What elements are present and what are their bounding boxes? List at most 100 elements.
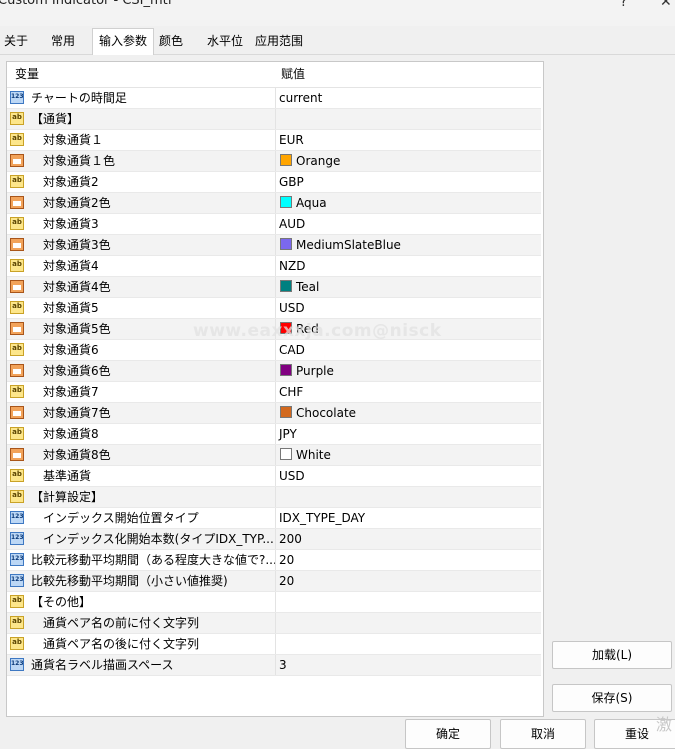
table-row[interactable]: ab 通貨ペア名の前に付く文字列	[7, 613, 541, 634]
table-row[interactable]: ab 対象通貨8 JPY	[7, 424, 541, 445]
value-cell[interactable]	[276, 613, 541, 633]
value-cell[interactable]: GBP	[276, 172, 541, 192]
value-cell[interactable]: White	[276, 445, 541, 465]
value-cell[interactable]: NZD	[276, 256, 541, 276]
variable-name: 対象通貨8色	[43, 448, 111, 462]
value-cell[interactable]: 3	[276, 655, 541, 675]
value-text: NZD	[279, 259, 306, 273]
variable-cell: 123 通貨名ラベル描画スペース	[7, 655, 276, 675]
table-row[interactable]: 123 インデックス開始位置タイプ IDX_TYPE_DAY	[7, 508, 541, 529]
table-row[interactable]: 対象通貨8色 White	[7, 445, 541, 466]
value-cell[interactable]	[276, 109, 541, 129]
close-icon[interactable]: ✕	[660, 0, 672, 10]
string-type-icon: ab	[10, 175, 24, 188]
value-text: CHF	[279, 385, 304, 399]
table-row[interactable]: 123 通貨名ラベル描画スペース 3	[7, 655, 541, 676]
color-swatch[interactable]	[280, 196, 292, 208]
value-cell[interactable]	[276, 634, 541, 654]
variable-cell: 対象通貨6色	[7, 361, 276, 381]
variable-cell: 対象通貨１色	[7, 151, 276, 171]
header-variable[interactable]: 变量	[15, 62, 39, 87]
variable-cell: ab 【その他】	[7, 592, 276, 612]
color-type-icon	[10, 154, 24, 167]
variable-name: 【計算設定】	[31, 490, 104, 504]
save-button[interactable]: 保存(S)	[552, 684, 672, 712]
table-row[interactable]: 123 比較先移動平均期間（小さい値推奨) 20	[7, 571, 541, 592]
color-swatch[interactable]	[280, 364, 292, 376]
table-row[interactable]: ab 対象通貨2 GBP	[7, 172, 541, 193]
variable-cell: 123 インデックス開始位置タイプ	[7, 508, 276, 528]
color-swatch[interactable]	[280, 238, 292, 250]
color-swatch[interactable]	[280, 448, 292, 460]
color-swatch[interactable]	[280, 406, 292, 418]
value-cell[interactable]: Purple	[276, 361, 541, 381]
help-button[interactable]: ?	[620, 0, 627, 10]
value-cell[interactable]: AUD	[276, 214, 541, 234]
table-row[interactable]: 対象通貨１色 Orange	[7, 151, 541, 172]
variable-cell: ab 通貨ペア名の前に付く文字列	[7, 613, 276, 633]
value-cell[interactable]: JPY	[276, 424, 541, 444]
value-cell[interactable]: CAD	[276, 340, 541, 360]
number-type-icon: 123	[10, 532, 24, 545]
table-row[interactable]: ab 対象通貨4 NZD	[7, 256, 541, 277]
value-cell[interactable]	[276, 592, 541, 612]
table-row[interactable]: 対象通貨7色 Chocolate	[7, 403, 541, 424]
color-swatch[interactable]	[280, 280, 292, 292]
table-row[interactable]: ab 対象通貨5 USD	[7, 298, 541, 319]
table-row[interactable]: 123 チャートの時間足 current	[7, 88, 541, 109]
table-row[interactable]: 対象通貨3色 MediumSlateBlue	[7, 235, 541, 256]
string-type-icon: ab	[10, 259, 24, 272]
value-cell[interactable]: CHF	[276, 382, 541, 402]
header-value[interactable]: 赋值	[281, 62, 305, 87]
value-text: JPY	[279, 427, 297, 441]
table-row[interactable]: ab 【計算設定】	[7, 487, 541, 508]
load-button[interactable]: 加载(L)	[552, 641, 672, 669]
table-row[interactable]: ab 通貨ペア名の後に付く文字列	[7, 634, 541, 655]
table-row[interactable]: ab 対象通貨7 CHF	[7, 382, 541, 403]
table-row[interactable]: ab 対象通貨3 AUD	[7, 214, 541, 235]
string-type-icon: ab	[10, 616, 24, 629]
value-cell[interactable]: Teal	[276, 277, 541, 297]
value-cell[interactable]: 20	[276, 571, 541, 591]
value-cell[interactable]: EUR	[276, 130, 541, 150]
value-text: MediumSlateBlue	[296, 238, 401, 252]
table-row[interactable]: 対象通貨4色 Teal	[7, 277, 541, 298]
table-row[interactable]: 対象通貨6色 Purple	[7, 361, 541, 382]
color-swatch[interactable]	[280, 154, 292, 166]
variable-name: 【通貨】	[31, 112, 80, 126]
value-cell[interactable]: current	[276, 88, 541, 108]
variable-cell: ab 対象通貨6	[7, 340, 276, 360]
tab-colors[interactable]: 颜色	[159, 30, 183, 53]
tab-visualization[interactable]: 应用范围	[255, 30, 303, 53]
value-text: Orange	[296, 154, 341, 168]
table-row[interactable]: 対象通貨2色 Aqua	[7, 193, 541, 214]
variable-cell: ab 対象通貨4	[7, 256, 276, 276]
table-row[interactable]: ab 【その他】	[7, 592, 541, 613]
table-row[interactable]: ab 基準通貨 USD	[7, 466, 541, 487]
table-row[interactable]: 123 比較元移動平均期間（ある程度大きな値で?... 20	[7, 550, 541, 571]
variable-name: 通貨ペア名の後に付く文字列	[43, 637, 200, 651]
variable-name: 対象通貨5	[43, 301, 99, 315]
tab-about[interactable]: 关于	[4, 30, 28, 53]
table-row[interactable]: 123 インデックス化開始本数(タイプIDX_TYP... 200	[7, 529, 541, 550]
value-cell[interactable]: Aqua	[276, 193, 541, 213]
tab-common[interactable]: 常用	[51, 30, 75, 53]
value-cell[interactable]: USD	[276, 298, 541, 318]
table-row[interactable]: ab 対象通貨6 CAD	[7, 340, 541, 361]
value-cell[interactable]: USD	[276, 466, 541, 486]
value-cell[interactable]: Chocolate	[276, 403, 541, 423]
value-cell[interactable]: Orange	[276, 151, 541, 171]
value-cell[interactable]: MediumSlateBlue	[276, 235, 541, 255]
value-cell[interactable]: 20	[276, 550, 541, 570]
value-cell[interactable]: 200	[276, 529, 541, 549]
table-row[interactable]: ab 【通貨】	[7, 109, 541, 130]
string-type-icon: ab	[10, 490, 24, 503]
variable-cell: ab 【計算設定】	[7, 487, 276, 507]
value-cell[interactable]	[276, 487, 541, 507]
variable-name: インデックス開始位置タイプ	[43, 511, 199, 525]
variable-name: 基準通貨	[43, 469, 92, 483]
value-cell[interactable]: IDX_TYPE_DAY	[276, 508, 541, 528]
tab-levels[interactable]: 水平位	[207, 30, 243, 53]
table-row[interactable]: ab 対象通貨１ EUR	[7, 130, 541, 151]
tab-inputs[interactable]: 输入参数	[92, 28, 155, 55]
